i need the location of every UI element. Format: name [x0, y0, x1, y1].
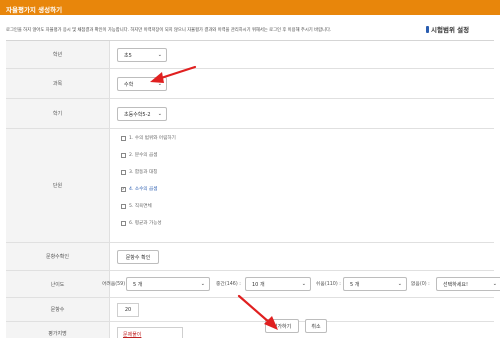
exam-form: 학년 초5 ⌄ 과목 수학 ⌄ 학기 초등수학5-2 ⌄ 단원 1. 수의 범위…: [6, 40, 500, 338]
unit-option-label: 4. 소수의 곱셈: [129, 187, 158, 192]
difficulty-label: 난이도: [6, 271, 110, 297]
subject-row: 과목 수학 ⌄: [6, 69, 494, 99]
difficulty-easy-value: 5 개: [350, 281, 360, 288]
login-notice: 로그인을 하지 않아도 자율평가 응시 및 채점결과 확인이 가능합니다. 하지…: [6, 28, 332, 33]
difficulty-none-select[interactable]: 선택하세요! ⌄: [436, 277, 500, 291]
semester-label: 학기: [6, 99, 110, 128]
exam-name-label: 평가지명: [6, 322, 110, 338]
checkbox-checked[interactable]: ✓: [121, 186, 126, 192]
difficulty-medium-value: 10 개: [252, 281, 265, 288]
count-check-label: 문항수확인: [6, 243, 110, 270]
chevron-down-icon: ⌄: [301, 281, 306, 287]
checkbox[interactable]: [121, 135, 126, 141]
semester-select-value: 초등수학5-2: [124, 111, 151, 118]
question-count-field: 20: [117, 303, 139, 317]
cancel-button[interactable]: 취소: [305, 319, 327, 333]
unit-option-label: 1. 수의 범위와 어림하기: [129, 136, 176, 141]
unit-option-label: 6. 평균과 가능성: [129, 221, 162, 226]
question-count-row: 문항수 20: [6, 298, 494, 322]
check-icon: ✓: [121, 186, 126, 191]
count-check-row: 문항수확인 문항수 확인: [6, 243, 494, 271]
difficulty-hard-value: 5 개: [133, 281, 143, 288]
difficulty-easy-select[interactable]: 5 개 ⌄: [343, 277, 407, 291]
exam-range-settings-label: 시험범위 설정: [431, 26, 470, 34]
grade-row: 학년 초5 ⌄: [6, 41, 494, 69]
grade-select-value: 초5: [124, 52, 132, 59]
exam-name-row: 평가지명 문제풀이: [6, 322, 494, 338]
pin-icon: [426, 25, 429, 33]
exam-name-input[interactable]: 문제풀이: [117, 327, 183, 338]
subject-label: 과목: [6, 69, 110, 98]
chevron-down-icon: ⌄: [157, 111, 162, 117]
chevron-down-icon: ⌄: [397, 281, 402, 287]
unit-option-2[interactable]: 2. 분수의 곱셈: [121, 152, 157, 158]
chevron-down-icon: ⌄: [492, 281, 497, 287]
unit-option-label: 3. 합동과 대칭: [129, 170, 158, 175]
semester-select[interactable]: 초등수학5-2 ⌄: [117, 107, 167, 121]
chevron-down-icon: ⌄: [200, 281, 205, 287]
unit-option-1[interactable]: 1. 수의 범위와 어림하기: [121, 135, 176, 141]
difficulty-hard-select[interactable]: 5 개 ⌄: [126, 277, 210, 291]
unit-option-4[interactable]: ✓ 4. 소수의 곱셈: [121, 186, 157, 192]
difficulty-medium-label: 중간(146) :: [216, 282, 241, 287]
chevron-down-icon: ⌄: [157, 52, 162, 58]
difficulty-easy-label: 쉬움(110) :: [316, 282, 341, 287]
checkbox[interactable]: [121, 152, 126, 158]
unit-option-label: 5. 직육면체: [129, 204, 152, 209]
grade-select[interactable]: 초5 ⌄: [117, 48, 167, 62]
units-row: 단원 1. 수의 범위와 어림하기 2. 분수의 곱셈 3. 합동과 대칭 ✓ …: [6, 129, 494, 243]
checkbox[interactable]: [121, 203, 126, 209]
difficulty-hard-label: 어려움(59) :: [102, 282, 129, 287]
difficulty-none-label: 없음(0) :: [411, 282, 430, 287]
chevron-down-icon: ⌄: [157, 81, 162, 87]
semester-row: 학기 초등수학5-2 ⌄: [6, 99, 494, 129]
page-title-bar: 자율평가지 생성하기: [0, 0, 500, 15]
unit-option-3[interactable]: 3. 합동과 대칭: [121, 169, 157, 175]
difficulty-row: 난이도 어려움(59) : 5 개 ⌄ 중간(146) : 10 개 ⌄ 쉬움(…: [6, 271, 500, 298]
create-exam-button[interactable]: 평가하기: [265, 319, 299, 333]
subject-select[interactable]: 수학 ⌄: [117, 77, 167, 91]
exam-range-settings-link[interactable]: 시험범위 설정: [426, 24, 469, 34]
unit-option-label: 2. 분수의 곱셈: [129, 153, 158, 158]
difficulty-medium-select[interactable]: 10 개 ⌄: [245, 277, 311, 291]
units-label: 단원: [6, 129, 110, 242]
checkbox[interactable]: [121, 220, 126, 226]
subject-select-value: 수학: [124, 81, 134, 88]
page-title: 자율평가지 생성하기: [6, 6, 63, 14]
unit-option-6[interactable]: 6. 평균과 가능성: [121, 220, 162, 226]
difficulty-none-value: 선택하세요!: [443, 281, 469, 288]
question-count-label: 문항수: [6, 298, 110, 321]
checkbox[interactable]: [121, 169, 126, 175]
check-count-button[interactable]: 문항수 확인: [117, 250, 159, 264]
grade-label: 학년: [6, 41, 110, 68]
unit-option-5[interactable]: 5. 직육면체: [121, 203, 152, 209]
